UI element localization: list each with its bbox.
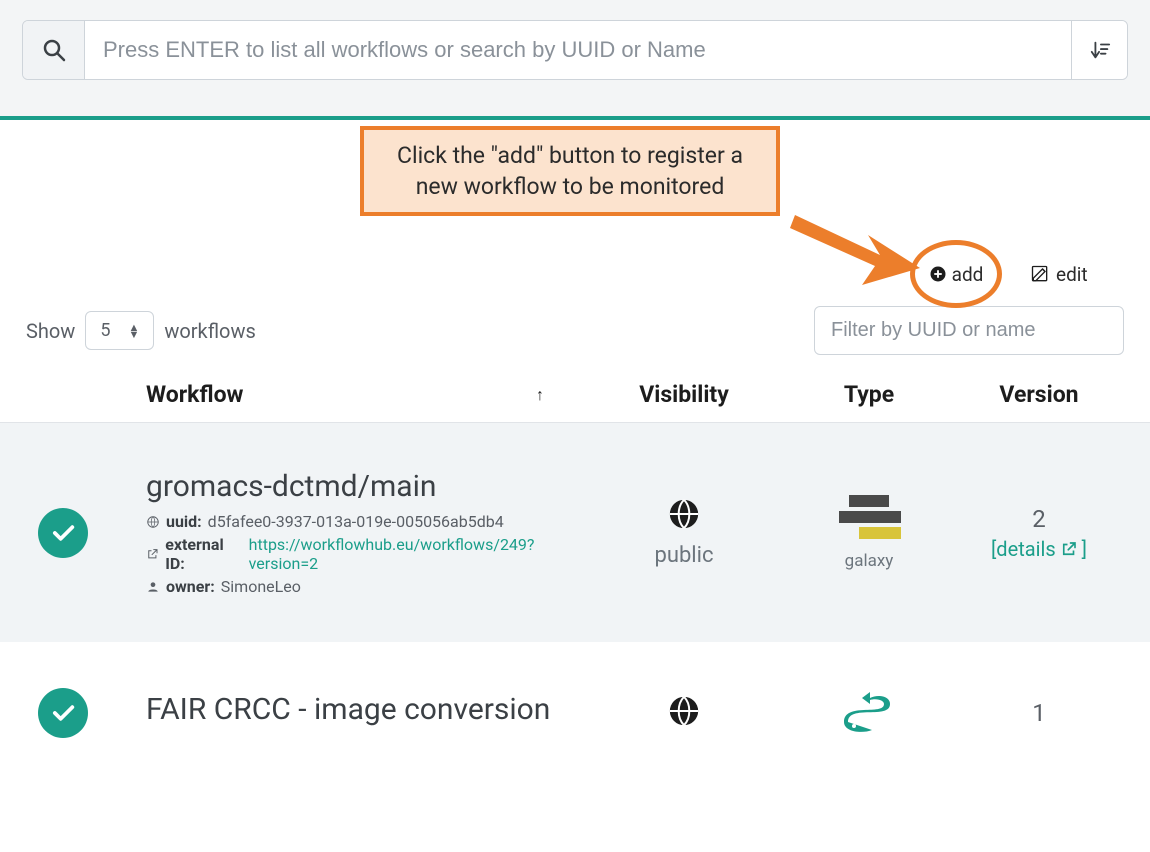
status-ok-icon	[38, 508, 88, 558]
table-row: FAIR CRCC - image conversion 1	[0, 642, 1150, 748]
actions-toolbar: add edit	[910, 240, 1088, 308]
visibility-cell	[584, 694, 784, 732]
col-header-workflow[interactable]: Workflow ↑	[146, 381, 584, 408]
external-link-icon	[146, 547, 159, 561]
globe-icon	[146, 515, 160, 529]
page-size-select[interactable]: 5 ▲▼	[85, 311, 154, 350]
sort-button[interactable]	[1071, 21, 1127, 79]
arrow-right-icon	[790, 200, 930, 300]
search-area	[0, 0, 1150, 116]
type-label: galaxy	[784, 551, 954, 571]
workflow-title[interactable]: gromacs-dctmd/main	[146, 469, 584, 504]
user-icon	[146, 580, 160, 594]
status-cell	[26, 508, 146, 558]
workflow-title[interactable]: FAIR CRCC - image conversion	[146, 692, 584, 727]
col-header-type[interactable]: Type	[784, 381, 954, 408]
sort-amount-down-icon	[1089, 39, 1111, 61]
version-number: 1	[954, 699, 1124, 727]
external-id-link[interactable]: https://workflowhub.eu/workflows/249?ver…	[249, 535, 584, 573]
galaxy-logo-icon	[835, 495, 903, 543]
edit-icon	[1030, 264, 1050, 284]
select-arrows-icon: ▲▼	[128, 324, 139, 338]
external-link-icon	[1060, 540, 1078, 558]
search-icon-box	[23, 21, 85, 79]
status-ok-icon	[38, 688, 88, 738]
add-button-highlight-circle: add	[910, 240, 1002, 308]
workflow-uuid-line: uuid: d5fafee0-3937-013a-019e-005056ab5d…	[146, 512, 584, 531]
version-cell: 2 [details ]	[954, 505, 1124, 561]
page-size-value: 5	[100, 320, 110, 341]
workflow-owner-line: owner: SimoneLeo	[146, 577, 584, 596]
workflows-suffix-label: workflows	[164, 319, 255, 343]
callout-annotation-row: Click the "add" button to register a new…	[0, 120, 1150, 280]
visibility-cell: public	[584, 497, 784, 568]
search-icon	[42, 38, 66, 62]
uuid-value: d5fafee0-3937-013a-019e-005056ab5db4	[208, 512, 504, 531]
col-header-visibility[interactable]: Visibility	[584, 381, 784, 408]
col-header-version[interactable]: Version	[954, 381, 1124, 408]
type-cell	[784, 692, 954, 734]
details-link[interactable]: [details ]	[991, 537, 1087, 561]
search-input[interactable]	[85, 21, 1071, 79]
edit-button-label: edit	[1056, 263, 1088, 286]
plus-circle-icon	[929, 265, 947, 283]
version-cell: 1	[954, 699, 1124, 727]
table-header: Workflow ↑ Visibility Type Version	[0, 373, 1150, 423]
workflow-info-cell: FAIR CRCC - image conversion	[146, 692, 584, 735]
globe-icon	[667, 497, 701, 531]
type-cell: galaxy	[784, 495, 954, 571]
details-open-bracket: [details	[991, 537, 1056, 561]
version-number: 2	[954, 505, 1124, 533]
add-button[interactable]: add	[929, 263, 984, 286]
status-cell	[26, 688, 146, 738]
add-button-label: add	[952, 263, 984, 286]
owner-value: SimoneLeo	[221, 577, 301, 596]
col-header-workflow-label: Workflow	[146, 381, 243, 408]
sort-asc-icon: ↑	[536, 385, 544, 405]
callout-text: Click the "add" button to register a new…	[397, 142, 743, 200]
filter-input[interactable]	[814, 306, 1124, 355]
snakemake-logo-icon	[840, 692, 898, 734]
owner-label: owner:	[166, 577, 215, 596]
uuid-label: uuid:	[166, 512, 202, 531]
visibility-label: public	[584, 543, 784, 568]
arrow-annotation	[790, 200, 930, 304]
globe-icon	[667, 694, 701, 728]
search-bar	[22, 20, 1128, 80]
external-id-label: external ID:	[165, 535, 242, 573]
edit-button[interactable]: edit	[1030, 263, 1088, 286]
workflow-info-cell: gromacs-dctmd/main uuid: d5fafee0-3937-0…	[146, 469, 584, 596]
callout-box: Click the "add" button to register a new…	[360, 126, 780, 216]
show-label: Show	[26, 319, 75, 343]
table-row: gromacs-dctmd/main uuid: d5fafee0-3937-0…	[0, 423, 1150, 642]
details-close-bracket: ]	[1082, 537, 1087, 561]
workflow-extid-line: external ID: https://workflowhub.eu/work…	[146, 535, 584, 573]
